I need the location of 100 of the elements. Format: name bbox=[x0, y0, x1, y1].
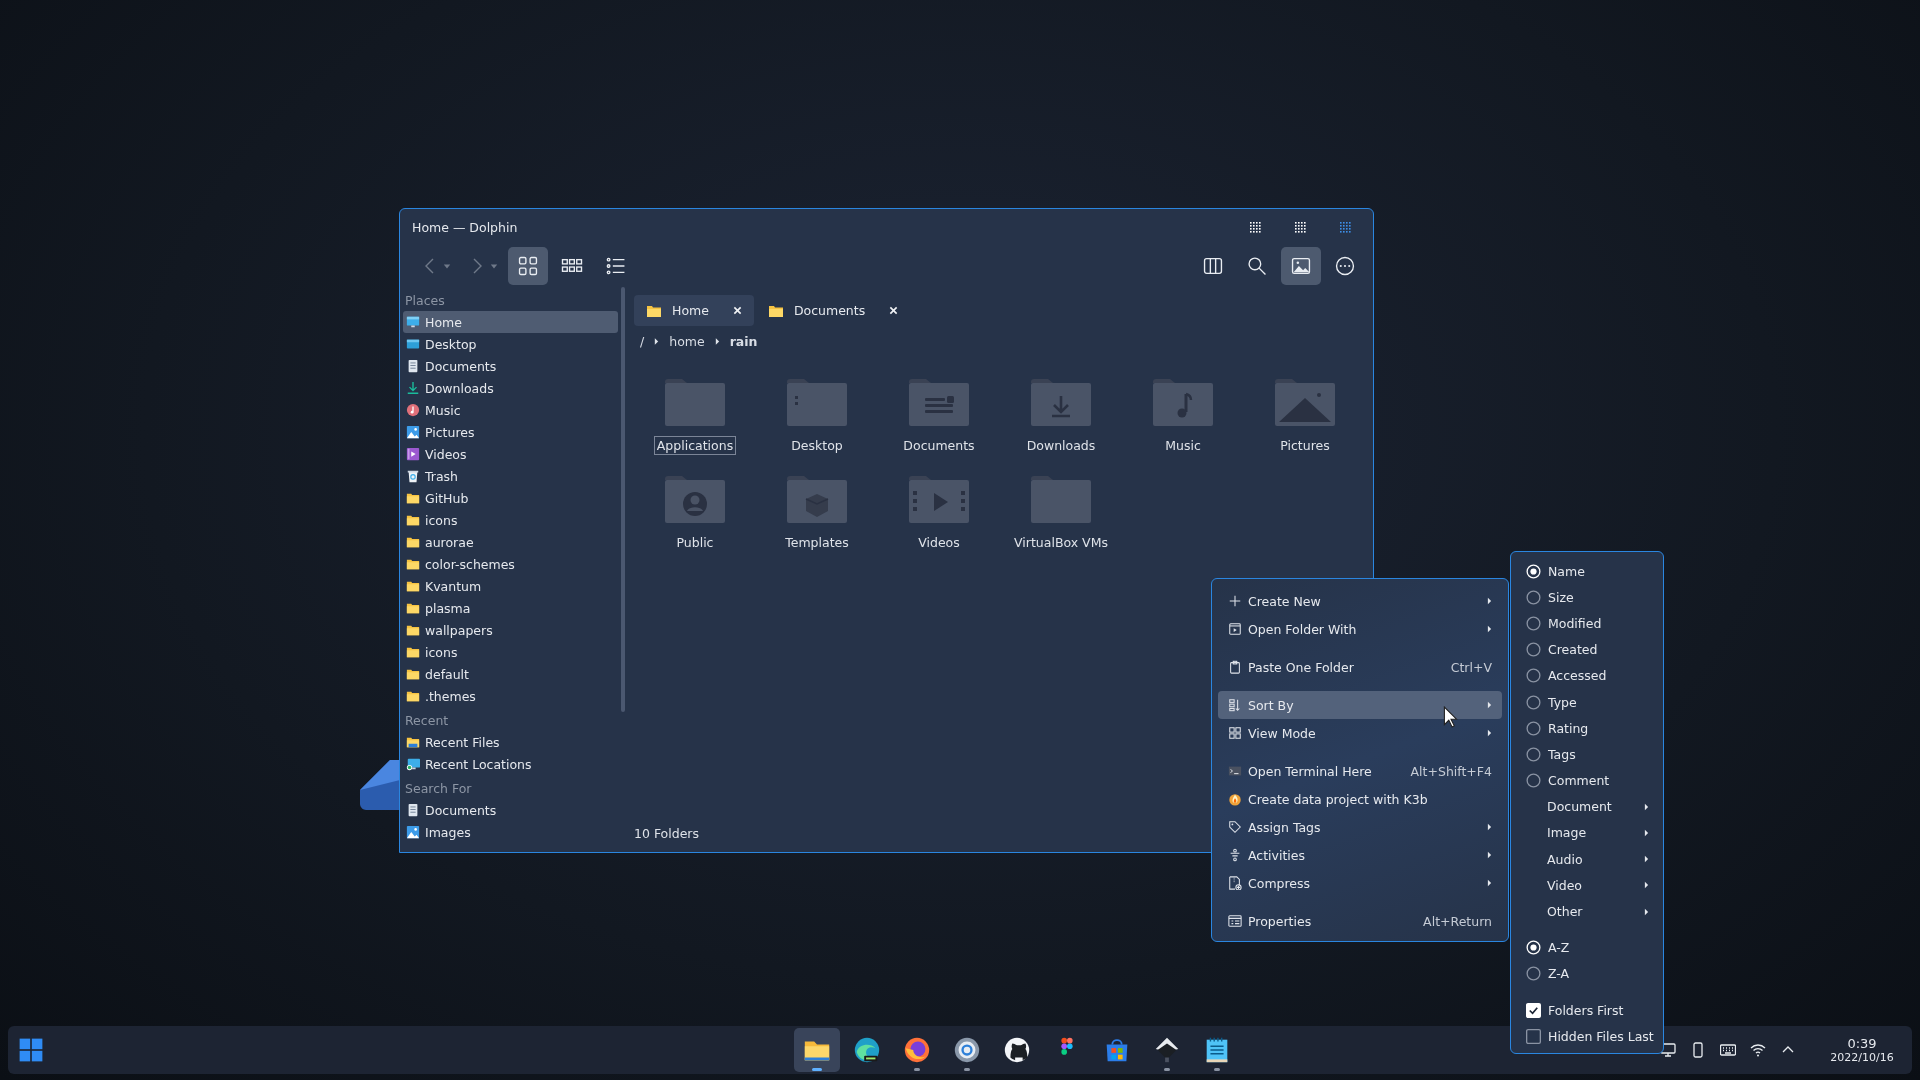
maximize-button[interactable] bbox=[1295, 221, 1306, 233]
radio-button[interactable] bbox=[1526, 746, 1541, 762]
browser-icon bbox=[902, 1035, 932, 1065]
menu-item[interactable]: Compress bbox=[1218, 869, 1502, 897]
breadcrumb-item[interactable]: / bbox=[640, 333, 645, 349]
folder-name[interactable]: Pictures bbox=[1277, 436, 1333, 455]
radio-option[interactable]: Size bbox=[1517, 584, 1657, 611]
radio-option[interactable]: Z-A bbox=[1517, 960, 1657, 987]
menu-label: Open Folder With bbox=[1248, 621, 1358, 637]
keyboard-icon[interactable] bbox=[1720, 1042, 1736, 1058]
phone-icon[interactable] bbox=[1690, 1042, 1706, 1058]
sidebar-item[interactable]: Documents bbox=[403, 799, 618, 821]
sidebar-item[interactable]: Videos bbox=[403, 443, 618, 465]
sidebar-item[interactable]: icons bbox=[403, 509, 618, 531]
submenu-item[interactable]: Audio bbox=[1517, 846, 1657, 873]
sidebar-item[interactable]: Images bbox=[403, 821, 618, 843]
menu-item[interactable]: Create New bbox=[1218, 587, 1502, 615]
sidebar-item[interactable]: Recent Files bbox=[403, 731, 618, 753]
radio-option[interactable]: Created bbox=[1517, 636, 1657, 663]
submenu-item[interactable]: Video bbox=[1517, 872, 1657, 899]
menu-item[interactable]: Assign Tags bbox=[1218, 813, 1502, 841]
sidebar-item[interactable]: color-schemes bbox=[403, 553, 618, 575]
menu-item[interactable]: Open Folder With bbox=[1218, 615, 1502, 643]
section-heading: Places bbox=[404, 292, 446, 310]
radio-button[interactable] bbox=[1526, 773, 1541, 789]
close-button[interactable] bbox=[1340, 221, 1351, 233]
wifi-icon[interactable] bbox=[1750, 1042, 1766, 1058]
folder-name[interactable]: VirtualBox VMs bbox=[1011, 533, 1111, 552]
radio-button[interactable] bbox=[1526, 720, 1541, 736]
tab[interactable]: Home bbox=[634, 295, 754, 326]
folder-name[interactable]: Public bbox=[673, 533, 717, 552]
folder-name[interactable]: Videos bbox=[915, 533, 963, 552]
radio-option[interactable]: Rating bbox=[1517, 715, 1657, 742]
folder-name[interactable]: Desktop bbox=[788, 436, 846, 455]
radio-option[interactable]: Accessed bbox=[1517, 662, 1657, 689]
radio-button[interactable] bbox=[1526, 615, 1541, 631]
scrollbar[interactable] bbox=[621, 287, 625, 712]
play-icon bbox=[1228, 622, 1242, 636]
radio-option[interactable]: Tags bbox=[1517, 741, 1657, 768]
icons-view-button[interactable] bbox=[508, 247, 548, 285]
close-icon[interactable] bbox=[889, 306, 899, 315]
sidebar-item[interactable]: Pictures bbox=[403, 421, 618, 443]
clock-time[interactable]: 0:39 bbox=[1847, 1036, 1877, 1051]
radio-button[interactable] bbox=[1526, 589, 1541, 605]
dropdown-icon[interactable] bbox=[443, 262, 451, 270]
submenu-item[interactable]: Image bbox=[1517, 819, 1657, 847]
checkbox-option[interactable]: Folders First bbox=[1517, 997, 1657, 1024]
sidebar-item[interactable]: icons bbox=[403, 641, 618, 663]
radio-button[interactable] bbox=[1526, 668, 1541, 684]
sidebar-item[interactable]: Recent Locations bbox=[403, 753, 618, 775]
folder-name[interactable]: Downloads bbox=[1023, 436, 1099, 455]
radio-option[interactable]: Type bbox=[1517, 688, 1657, 716]
tab[interactable]: Documents bbox=[755, 295, 911, 326]
sidebar-item[interactable]: Downloads bbox=[403, 377, 618, 399]
sidebar-item[interactable]: Home bbox=[403, 311, 618, 333]
sidebar-item[interactable]: Desktop bbox=[403, 333, 618, 355]
dropdown-icon[interactable] bbox=[490, 262, 498, 270]
start-button[interactable] bbox=[18, 1037, 44, 1063]
folder-name[interactable]: Documents bbox=[900, 436, 978, 455]
radio-button[interactable] bbox=[1526, 642, 1541, 658]
sidebar-item[interactable]: default bbox=[403, 663, 618, 685]
checkbox-option[interactable]: Hidden Files Last bbox=[1517, 1023, 1657, 1050]
breadcrumb-item[interactable]: home bbox=[669, 333, 705, 349]
folder-name[interactable]: Applications bbox=[653, 436, 737, 455]
display-icon[interactable] bbox=[1660, 1042, 1676, 1058]
sidebar-item[interactable]: plasma bbox=[403, 597, 618, 619]
submenu-item[interactable]: Document bbox=[1517, 793, 1657, 820]
close-icon[interactable] bbox=[732, 306, 742, 315]
sidebar-item[interactable]: Trash bbox=[403, 465, 618, 487]
checkbox[interactable] bbox=[1526, 1028, 1541, 1044]
preview-button[interactable] bbox=[1281, 247, 1321, 285]
submenu-item[interactable]: Other bbox=[1517, 898, 1657, 925]
radio-button[interactable] bbox=[1526, 966, 1541, 982]
folder-name[interactable]: Music bbox=[1162, 436, 1204, 455]
radio-button[interactable] bbox=[1526, 694, 1541, 710]
sidebar-item[interactable]: GitHub bbox=[403, 487, 618, 509]
menu-item[interactable]: Paste One Folder Ctrl+V bbox=[1218, 653, 1502, 681]
radio-option[interactable]: Name bbox=[1517, 558, 1657, 585]
radio-option[interactable]: Modified bbox=[1517, 610, 1657, 637]
menu-item[interactable]: Sort By bbox=[1218, 691, 1502, 719]
menu-item[interactable]: View Mode bbox=[1218, 719, 1502, 747]
menu-item[interactable]: Activities bbox=[1218, 841, 1502, 869]
sidebar-item[interactable]: .themes bbox=[403, 685, 618, 707]
menu-label: Paste One Folder bbox=[1248, 659, 1355, 675]
sidebar-item[interactable]: Documents bbox=[403, 355, 618, 377]
minimize-button[interactable] bbox=[1250, 221, 1261, 233]
sidebar-item[interactable]: aurorae bbox=[403, 531, 618, 553]
sidebar-item[interactable]: Music bbox=[403, 399, 618, 421]
sidebar-item[interactable]: wallpapers bbox=[403, 619, 618, 641]
radio-option[interactable]: A-Z bbox=[1517, 934, 1657, 961]
menu-item[interactable]: Open Terminal Here Alt+Shift+F4 bbox=[1218, 757, 1502, 785]
radio-option[interactable]: Comment bbox=[1517, 767, 1657, 794]
sidebar-item[interactable]: Kvantum bbox=[403, 575, 618, 597]
clock-date[interactable]: 2022/10/16 bbox=[1830, 1051, 1894, 1064]
breadcrumb-item[interactable]: rain bbox=[729, 333, 758, 349]
submenu-arrow-icon bbox=[1487, 879, 1492, 887]
menu-item[interactable]: Properties Alt+Return bbox=[1218, 907, 1502, 935]
folder-name[interactable]: Templates bbox=[782, 533, 852, 552]
taskbar-app[interactable] bbox=[794, 1028, 840, 1072]
menu-item[interactable]: Create data project with K3b bbox=[1218, 785, 1502, 813]
